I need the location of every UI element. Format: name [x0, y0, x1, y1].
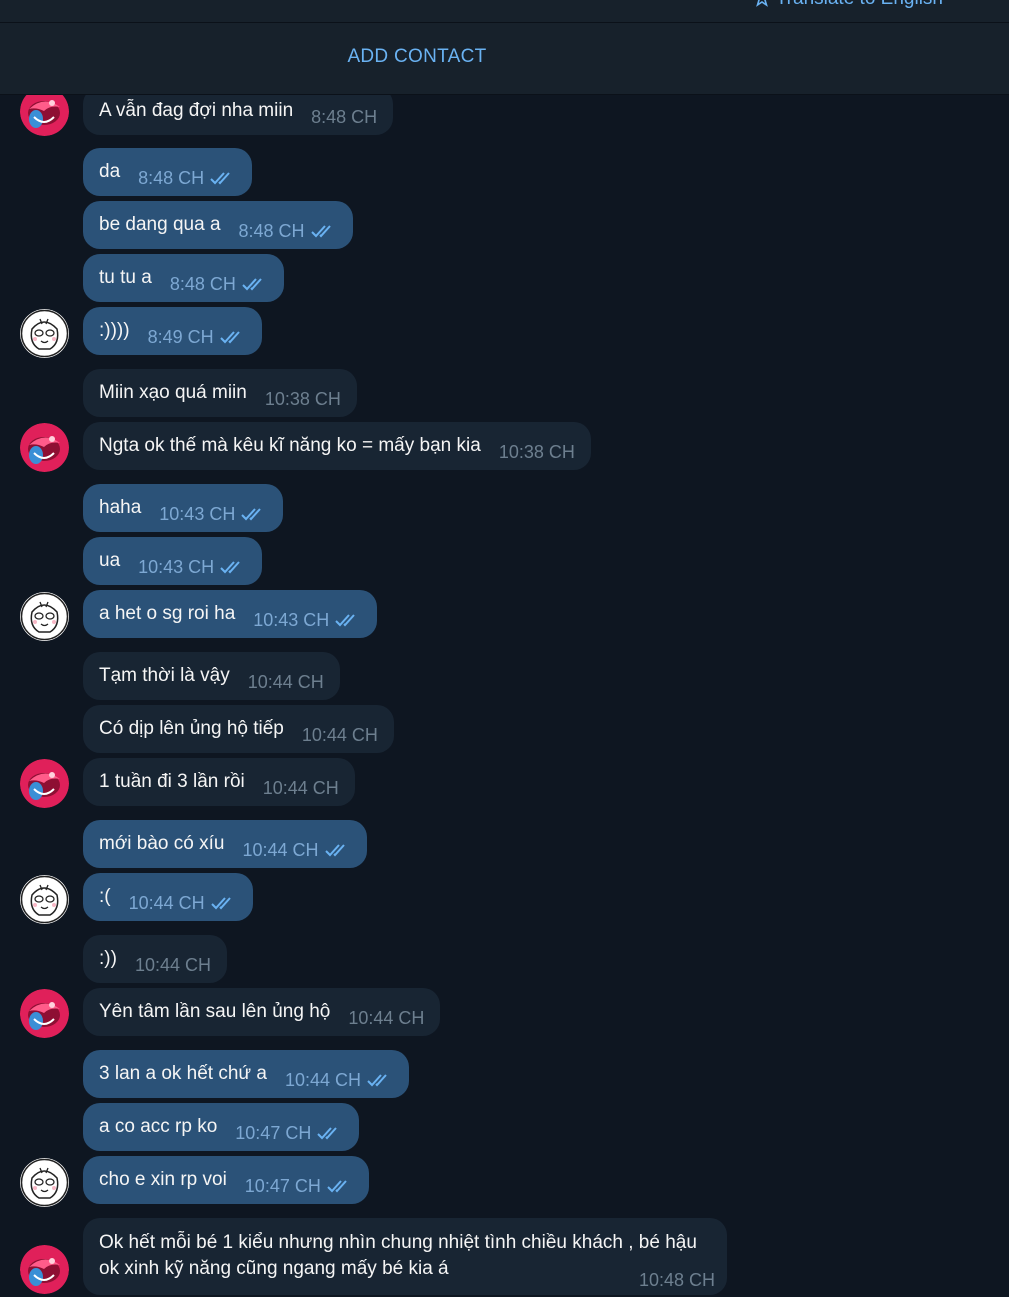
outgoing-message[interactable]: :( 10:44 CH	[83, 873, 253, 921]
read-receipt-icon	[214, 317, 246, 345]
user-avatar[interactable]	[20, 592, 69, 641]
incoming-message[interactable]: Yên tâm lần sau lên ủng hộ 10:44 CH	[83, 988, 441, 1036]
message-time: 8:49 CH	[147, 326, 214, 347]
message-time: 10:47 CH	[235, 1122, 312, 1143]
outgoing-message[interactable]: a co acc rp ko 10:47 CH	[83, 1103, 360, 1151]
message-text: :))))	[99, 320, 130, 341]
message-time: 10:44 CH	[247, 671, 324, 692]
message-text: ua	[99, 550, 121, 571]
message-time: 8:48 CH	[238, 220, 305, 241]
message-text: da	[99, 161, 121, 182]
read-receipt-icon	[311, 1113, 343, 1141]
read-receipt-icon	[205, 883, 237, 911]
message-text: 1 tuần đi 3 lần rồi	[99, 771, 245, 792]
message-time: 10:38 CH	[264, 388, 341, 409]
message-text: Ngta ok thế mà kêu kĩ năng ko = mấy bạn …	[99, 435, 481, 456]
outgoing-message[interactable]: da 8:48 CH	[83, 148, 253, 196]
read-receipt-icon	[235, 494, 267, 522]
incoming-message[interactable]: :)) 10:44 CH	[83, 935, 227, 983]
user-avatar[interactable]	[20, 1158, 69, 1207]
contact-avatar[interactable]	[20, 759, 69, 808]
incoming-message[interactable]: Ok hết mỗi bé 1 kiểu nhưng nhìn chung nh…	[83, 1218, 727, 1295]
message-text: 3 lan a ok hết chứ a	[99, 1063, 267, 1084]
message-time: 8:48 CH	[138, 167, 205, 188]
message-time: 10:44 CH	[128, 892, 205, 913]
message-time: 8:48 CH	[311, 106, 378, 127]
message-text: mới bào có xíu	[99, 833, 225, 854]
read-receipt-icon	[204, 158, 236, 186]
message-time: 10:48 CH	[638, 1270, 715, 1290]
message-time: 10:44 CH	[262, 777, 339, 798]
read-receipt-icon	[214, 547, 246, 575]
message-text: Ok hết mỗi bé 1 kiểu nhưng nhìn chung nh…	[99, 1232, 697, 1279]
message-text: be dang qua a	[99, 214, 221, 235]
read-receipt-icon	[236, 264, 268, 292]
message-time: 10:47 CH	[244, 1175, 321, 1196]
read-receipt-icon	[305, 211, 337, 239]
message-time: 10:43 CH	[253, 609, 330, 630]
incoming-message[interactable]: Ngta ok thế mà kêu kĩ năng ko = mấy bạn …	[83, 422, 591, 470]
translate-bar: Translate to English	[0, 0, 1009, 23]
message-text: Có dịp lên ủng hộ tiếp	[99, 718, 284, 739]
message-text: :(	[99, 886, 111, 907]
outgoing-message[interactable]: tu tu a 8:48 CH	[83, 254, 284, 302]
incoming-message[interactable]: A vẫn đag đợi nha miin 8:48 CH	[83, 87, 394, 135]
message-text: Yên tâm lần sau lên ủng hộ	[99, 1001, 331, 1022]
user-avatar[interactable]	[20, 309, 69, 358]
contact-avatar[interactable]	[20, 423, 69, 472]
outgoing-message[interactable]: 3 lan a ok hết chứ a 10:44 CH	[83, 1050, 410, 1098]
incoming-message[interactable]: 1 tuần đi 3 lần rồi 10:44 CH	[83, 758, 355, 806]
incoming-message[interactable]: Có dịp lên ủng hộ tiếp 10:44 CH	[83, 705, 394, 753]
message-time: 10:44 CH	[301, 724, 378, 745]
message-time: 10:44 CH	[242, 839, 319, 860]
message-text: Tạm thời là vậy	[99, 665, 230, 686]
incoming-message[interactable]: Tạm thời là vậy 10:44 CH	[83, 652, 340, 700]
add-contact-button[interactable]: ADD CONTACT	[0, 46, 834, 68]
outgoing-message[interactable]: a het o sg roi ha 10:43 CH	[83, 590, 378, 638]
message-time: 10:44 CH	[285, 1069, 362, 1090]
message-time: 10:38 CH	[498, 441, 575, 462]
read-receipt-icon	[329, 600, 361, 628]
message-text: a co acc rp ko	[99, 1116, 218, 1137]
message-text: A vẫn đag đợi nha miin	[99, 100, 294, 121]
translate-icon	[755, 0, 768, 7]
message-text: cho e xin rp voi	[99, 1169, 227, 1190]
message-text: :))	[99, 948, 117, 969]
add-contact-bar: ADD CONTACT	[0, 23, 1009, 94]
outgoing-message[interactable]: :)))) 8:49 CH	[83, 307, 262, 355]
contact-avatar[interactable]	[20, 1245, 69, 1294]
read-receipt-icon	[319, 830, 351, 858]
outgoing-message[interactable]: cho e xin rp voi 10:47 CH	[83, 1156, 369, 1204]
chat-history: A vẫn đag đợi nha miin 8:48 CH da 8:48 CH be…	[0, 0, 1009, 1297]
contact-avatar[interactable]	[20, 87, 69, 136]
outgoing-message[interactable]: be dang qua a 8:48 CH	[83, 201, 353, 249]
contact-avatar[interactable]	[20, 989, 69, 1038]
read-receipt-icon	[361, 1060, 393, 1088]
outgoing-message[interactable]: ua 10:43 CH	[83, 537, 263, 585]
message-time: 10:43 CH	[159, 503, 236, 524]
message-time: 10:44 CH	[134, 954, 211, 975]
outgoing-message[interactable]: mới bào có xíu 10:44 CH	[83, 820, 367, 868]
outgoing-message[interactable]: haha 10:43 CH	[83, 484, 284, 532]
message-time: 10:44 CH	[348, 1007, 425, 1028]
translate-button[interactable]: Translate to English	[754, 0, 943, 10]
message-time: 10:43 CH	[138, 556, 215, 577]
translate-label: Translate to English	[776, 0, 943, 10]
incoming-message[interactable]: Miin xạo quá miin 10:38 CH	[83, 369, 357, 417]
read-receipt-icon	[321, 1166, 353, 1194]
message-text: haha	[99, 497, 142, 518]
message-text: tu tu a	[99, 267, 152, 288]
message-time: 8:48 CH	[169, 273, 236, 294]
user-avatar[interactable]	[20, 875, 69, 924]
message-text: a het o sg roi ha	[99, 603, 236, 624]
message-text: Miin xạo quá miin	[99, 382, 247, 403]
